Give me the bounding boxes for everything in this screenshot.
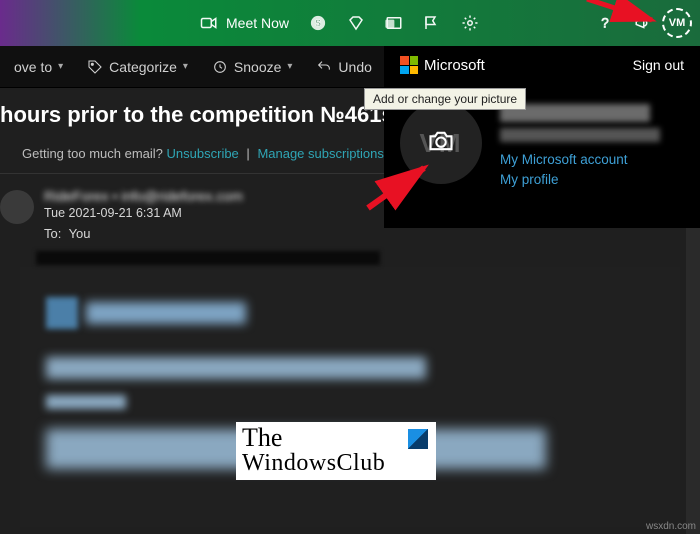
gear-icon [461,14,479,32]
body-logo-blurred [46,297,246,329]
source-watermark: wsxdn.com [646,521,696,532]
my-microsoft-account-link[interactable]: My Microsoft account [500,152,684,167]
announcements-button[interactable] [624,0,662,46]
help-button[interactable]: ? [586,0,624,46]
skype-icon: S [309,14,327,32]
sign-out-link[interactable]: Sign out [633,57,684,73]
sender-avatar [0,190,34,224]
email-body [20,267,680,527]
body-text-blurred [46,395,126,409]
profile-picture-tooltip: Add or change your picture [364,88,526,110]
skype-button[interactable]: S [299,0,337,46]
recipient-line: To: You [44,226,700,241]
separator: | [246,146,249,161]
profile-picture-button[interactable]: VM [400,102,482,184]
settings-button[interactable] [451,0,489,46]
microsoft-logo: Microsoft [400,56,485,74]
account-flyout: Microsoft Sign out VM My Microsoft accou… [384,46,700,228]
svg-text:S: S [315,18,321,28]
redacted-strip [36,251,380,265]
video-icon [200,14,218,32]
svg-text:?: ? [601,16,609,31]
premium-button[interactable] [337,0,375,46]
diamond-icon [347,14,365,32]
clock-icon [212,59,228,75]
question-icon: ? [596,14,614,32]
my-profile-link[interactable]: My profile [500,172,684,187]
meet-now-button[interactable]: Meet Now [190,0,299,46]
account-avatar-button[interactable]: VM [662,8,692,38]
vertical-scrollbar[interactable] [686,228,700,534]
avatar-initials: VM [669,17,686,29]
wallpaper-rainbow [0,0,180,46]
manage-subscriptions-link[interactable]: Manage subscriptions [257,146,383,161]
todo-button[interactable] [413,0,451,46]
snooze-button[interactable]: Snooze▾ [202,46,303,87]
mail-app-icon [385,14,403,32]
move-to-button[interactable]: ove to▾ [4,46,73,87]
unsubscribe-link[interactable]: Unsubscribe [167,146,239,161]
categorize-button[interactable]: Categorize▾ [77,46,198,87]
chevron-down-icon: ▾ [58,61,63,72]
tag-icon [87,59,103,75]
checkflag-icon [423,14,441,32]
chevron-down-icon: ▾ [287,61,292,72]
meet-now-label: Meet Now [226,15,289,31]
camera-icon [427,129,455,158]
windowsclub-watermark: The WindowsClub [236,422,436,480]
body-heading-blurred [46,357,426,379]
banner-lead: Getting too much email? [22,146,163,161]
watermark-logo-icon [408,429,428,449]
window-topbar: Meet Now S ? VM [0,0,700,46]
microsoft-logo-icon [400,56,418,74]
chevron-down-icon: ▾ [183,61,188,72]
megaphone-icon [634,14,652,32]
undo-button[interactable]: Undo [306,46,381,87]
undo-icon [316,59,332,75]
account-email-blurred [500,128,660,142]
outlook-button[interactable] [375,0,413,46]
